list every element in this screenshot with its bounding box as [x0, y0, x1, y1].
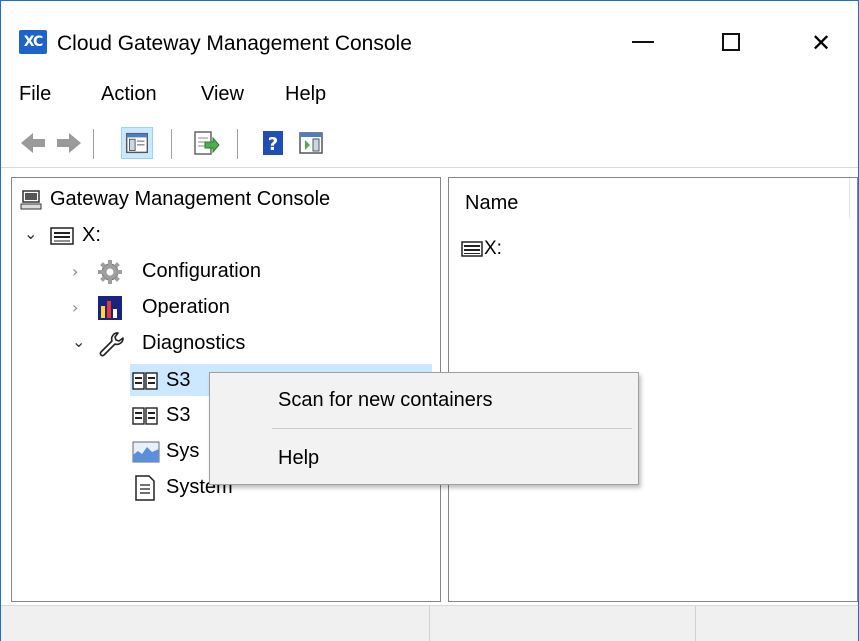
list-item-label: X:: [484, 238, 502, 259]
menu-help[interactable]: Help: [285, 83, 326, 106]
minimize-icon: [632, 41, 654, 43]
close-icon: ✕: [810, 29, 832, 57]
main-window: XC Cloud Gateway Management Console ✕ Fi…: [0, 0, 859, 641]
toolbar: ?: [1, 121, 858, 168]
forward-arrow-icon[interactable]: [53, 127, 85, 159]
tree-label-diagnostics: Diagnostics: [142, 332, 246, 354]
svg-text:?: ?: [268, 134, 278, 155]
context-menu-separator: [272, 428, 632, 429]
tree-label-operation: Operation: [142, 296, 230, 318]
close-button[interactable]: ✕: [791, 15, 851, 71]
drive-icon: [50, 227, 74, 245]
drive-icon: [461, 241, 483, 257]
toolbar-separator: [171, 129, 172, 159]
chevron-right-icon[interactable]: ›: [72, 293, 78, 323]
gear-icon: [98, 260, 122, 284]
menu-bar: File Action View Help: [1, 75, 858, 117]
document-icon: [135, 475, 155, 501]
column-divider[interactable]: [849, 178, 850, 218]
column-header-name[interactable]: Name: [465, 192, 518, 215]
menu-item-scan-for-new-containers[interactable]: Scan for new containers: [278, 389, 493, 412]
performance-graph-icon: [132, 441, 160, 463]
chart-icon: [98, 296, 122, 320]
window-title: Cloud Gateway Management Console: [57, 32, 412, 55]
tree-label-root: Gateway Management Console: [50, 188, 331, 210]
maximize-icon: [722, 33, 740, 51]
tree-label-s3-1: S3: [166, 369, 191, 391]
help-icon[interactable]: ?: [257, 127, 289, 159]
toolbar-separator: [93, 129, 94, 159]
minimize-button[interactable]: [613, 15, 673, 71]
tree-label-system-monitor: Sys: [166, 440, 200, 462]
storage-container-icon: [132, 407, 158, 425]
computer-icon: [20, 190, 42, 210]
status-separator: [695, 606, 696, 641]
chevron-right-icon[interactable]: ›: [72, 257, 78, 287]
toolbar-separator: [237, 129, 238, 159]
wrench-icon: [99, 332, 124, 357]
tree-label-s3-2: S3: [166, 404, 191, 426]
chevron-down-icon[interactable]: ⌄: [24, 219, 37, 249]
menu-action[interactable]: Action: [101, 83, 157, 106]
menu-file[interactable]: File: [19, 83, 51, 106]
context-menu: Scan for new containers Help: [209, 372, 639, 485]
maximize-button[interactable]: [701, 15, 761, 71]
tree-label-drive: X:: [82, 224, 101, 246]
chevron-down-icon[interactable]: ⌄: [72, 327, 85, 357]
app-icon: XC: [19, 30, 47, 54]
menu-item-help[interactable]: Help: [278, 447, 319, 470]
export-list-icon[interactable]: [189, 127, 221, 159]
storage-container-icon: [132, 372, 158, 390]
show-hide-console-tree-icon[interactable]: [121, 127, 153, 159]
menu-view[interactable]: View: [201, 83, 244, 106]
tree-label-configuration: Configuration: [142, 260, 261, 282]
show-hide-action-pane-icon[interactable]: [295, 127, 327, 159]
status-separator: [429, 606, 430, 641]
title-bar[interactable]: XC Cloud Gateway Management Console ✕: [1, 1, 858, 71]
status-bar: [1, 605, 858, 641]
back-arrow-icon[interactable]: [17, 127, 49, 159]
